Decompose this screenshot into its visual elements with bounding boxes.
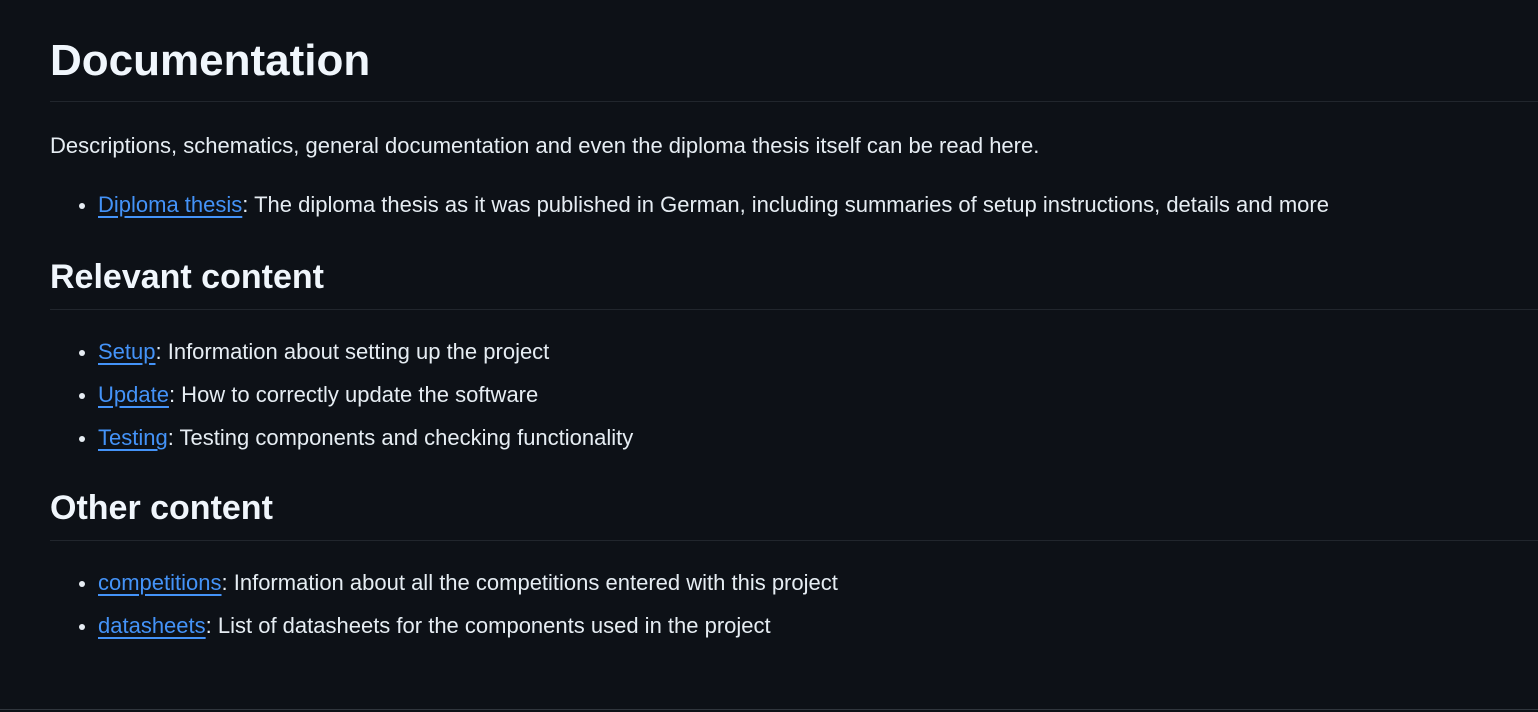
other-content-list: competitions: Information about all the … (50, 566, 1538, 643)
list-item: Testing: Testing components and checking… (79, 421, 1538, 455)
relevant-content-heading: Relevant content (50, 257, 1538, 310)
list-item: Setup: Information about setting up the … (79, 335, 1538, 369)
testing-link[interactable]: Testing (98, 425, 168, 450)
top-link-list: Diploma thesis: The diploma thesis as it… (50, 188, 1538, 222)
diploma-thesis-link[interactable]: Diploma thesis (98, 192, 242, 217)
intro-paragraph: Descriptions, schematics, general docume… (50, 133, 1040, 158)
setup-link[interactable]: Setup (98, 339, 156, 364)
other-content-heading: Other content (50, 488, 1538, 541)
bottom-divider (0, 709, 1538, 710)
page-title: Documentation (50, 0, 1538, 102)
list-item: competitions: Information about all the … (79, 566, 1538, 600)
markdown-document: Documentation Descriptions, schematics, … (50, 0, 1538, 712)
list-item-description: : The diploma thesis as it was published… (242, 192, 1329, 217)
relevant-content-list: Setup: Information about setting up the … (50, 335, 1538, 455)
list-item-description: : Information about setting up the proje… (155, 339, 550, 364)
list-item-description: : How to correctly update the software (168, 382, 539, 407)
datasheets-link[interactable]: datasheets (98, 613, 206, 638)
list-item: datasheets: List of datasheets for the c… (79, 609, 1538, 643)
list-item-description: : Information about all the competitions… (221, 570, 838, 595)
list-item-description: : List of datasheets for the components … (205, 613, 771, 638)
list-item: Diploma thesis: The diploma thesis as it… (79, 188, 1538, 222)
update-link[interactable]: Update (98, 382, 169, 407)
competitions-link[interactable]: competitions (98, 570, 222, 595)
list-item-description: : Testing components and checking functi… (167, 425, 634, 450)
list-item: Update: How to correctly update the soft… (79, 378, 1538, 412)
